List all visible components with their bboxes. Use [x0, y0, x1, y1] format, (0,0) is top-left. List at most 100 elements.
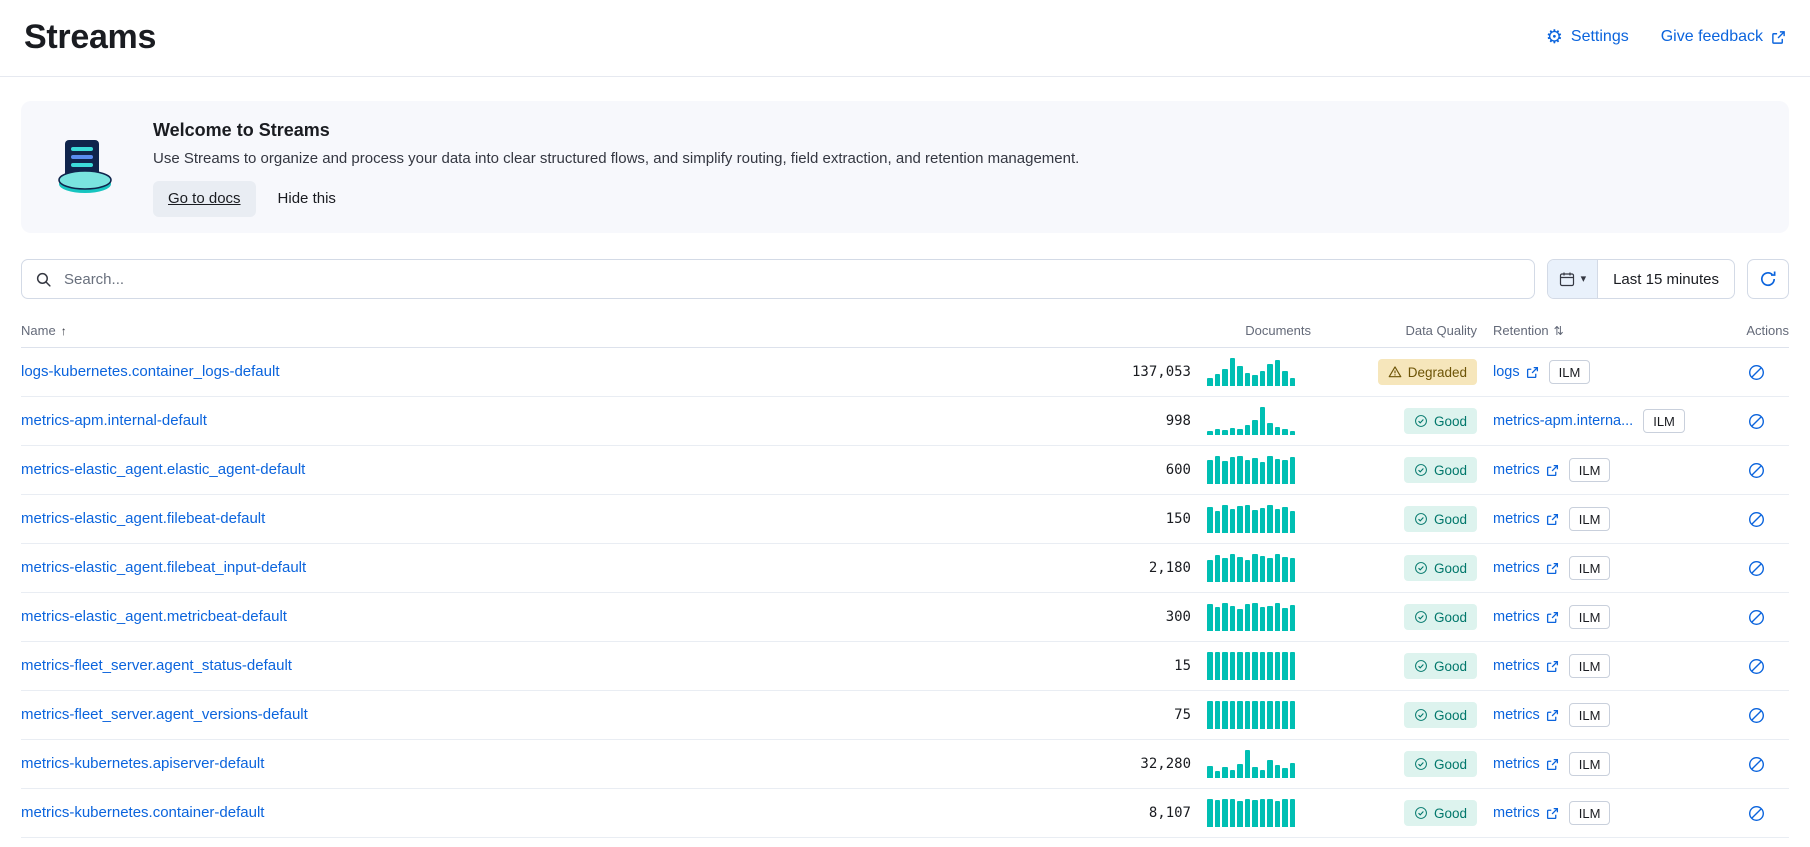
settings-link[interactable]: ⚙ Settings [1546, 28, 1629, 47]
spark-bar [1207, 560, 1213, 582]
retention-cell: metrics ILM [1493, 752, 1708, 776]
stream-name-link[interactable]: metrics-elastic_agent.elastic_agent-defa… [21, 461, 305, 478]
spark-bar [1275, 801, 1281, 827]
actions-cell [1724, 360, 1789, 385]
retention-link[interactable]: metrics [1493, 756, 1559, 772]
actions-cell [1724, 654, 1789, 679]
time-range-display[interactable]: Last 15 minutes [1598, 260, 1734, 298]
documents-count: 2,180 [941, 560, 1191, 576]
column-header-name[interactable]: Name ↑ [21, 323, 925, 338]
spark-bar [1222, 461, 1228, 484]
stream-name-cell: metrics-fleet_server.agent_versions-defa… [21, 706, 925, 724]
external-link-icon [1546, 709, 1559, 722]
retention-link[interactable]: metrics [1493, 560, 1559, 576]
retention-link-label: metrics [1493, 707, 1540, 723]
spark-bar [1275, 652, 1281, 680]
spark-bar [1230, 428, 1236, 435]
welcome-actions: Go to docs Hide this [153, 181, 1079, 217]
spark-bar [1275, 360, 1281, 386]
stream-name-link[interactable]: metrics-elastic_agent.metricbeat-default [21, 608, 287, 625]
refresh-icon [1759, 270, 1777, 288]
retention-link[interactable]: metrics [1493, 707, 1559, 723]
spark-bar [1282, 507, 1288, 533]
spark-bar [1290, 431, 1296, 435]
retention-link[interactable]: metrics [1493, 658, 1559, 674]
stream-name-link[interactable]: metrics-elastic_agent.filebeat_input-def… [21, 559, 306, 576]
stream-actions-button[interactable] [1744, 752, 1769, 777]
search-input[interactable] [62, 270, 1521, 289]
external-link-icon [1546, 807, 1559, 820]
spark-bar [1230, 799, 1236, 827]
quality-badge: Good [1404, 408, 1477, 434]
gear-icon: ⚙ [1546, 28, 1563, 47]
spark-bar [1267, 652, 1273, 680]
external-link-icon [1771, 30, 1786, 45]
retention-link[interactable]: metrics [1493, 609, 1559, 625]
spark-bar [1260, 556, 1266, 582]
stream-name-cell: metrics-elastic_agent.filebeat_input-def… [21, 559, 925, 577]
spark-bar [1290, 605, 1296, 631]
stream-actions-button[interactable] [1744, 654, 1769, 679]
documents-count: 15 [941, 658, 1191, 674]
check-icon [1414, 708, 1428, 722]
stream-name-link[interactable]: metrics-elastic_agent.filebeat-default [21, 510, 265, 527]
search-box[interactable] [21, 259, 1535, 299]
documents-sparkline [1207, 750, 1311, 778]
column-header-data-quality[interactable]: Data Quality [1327, 323, 1477, 338]
retention-link[interactable]: metrics [1493, 462, 1559, 478]
retention-link-label: metrics [1493, 462, 1540, 478]
quality-label: Good [1434, 806, 1467, 821]
ilm-badge: ILM [1569, 654, 1611, 678]
documents-sparkline [1207, 603, 1311, 631]
stream-actions-button[interactable] [1744, 360, 1769, 385]
retention-link[interactable]: logs [1493, 364, 1539, 380]
retention-cell: metrics ILM [1493, 654, 1708, 678]
stream-name-link[interactable]: metrics-apm.internal-default [21, 412, 207, 429]
spark-bar [1275, 427, 1281, 435]
stream-actions-button[interactable] [1744, 605, 1769, 630]
give-feedback-link[interactable]: Give feedback [1661, 28, 1786, 46]
stream-actions-button[interactable] [1744, 556, 1769, 581]
stream-actions-button[interactable] [1744, 703, 1769, 728]
stream-actions-button[interactable] [1744, 507, 1769, 532]
stream-actions-button[interactable] [1744, 409, 1769, 434]
quick-select-button[interactable]: ▾ [1548, 260, 1599, 298]
check-icon [1414, 512, 1428, 526]
retention-link[interactable]: metrics [1493, 511, 1559, 527]
ilm-badge: ILM [1569, 752, 1611, 776]
spark-bar [1237, 764, 1243, 778]
column-header-documents[interactable]: Documents [941, 323, 1311, 338]
stream-name-link[interactable]: metrics-kubernetes.apiserver-default [21, 755, 264, 772]
retention-link-label: metrics [1493, 658, 1540, 674]
spark-bar [1290, 558, 1296, 582]
hide-this-button[interactable]: Hide this [278, 190, 336, 207]
spark-bar [1237, 557, 1243, 582]
external-link-icon [1546, 464, 1559, 477]
stream-actions-button[interactable] [1744, 458, 1769, 483]
table-row: metrics-fleet_server.agent_status-defaul… [21, 642, 1789, 691]
go-to-docs-button[interactable]: Go to docs [153, 181, 256, 217]
spark-bar [1267, 364, 1273, 386]
retention-link-label: metrics [1493, 756, 1540, 772]
refresh-button[interactable] [1747, 259, 1789, 299]
stream-name-link[interactable]: metrics-fleet_server.agent_status-defaul… [21, 657, 292, 674]
spark-bar [1252, 420, 1258, 435]
spark-bar [1215, 607, 1221, 631]
quality-badge: Good [1404, 604, 1477, 630]
spark-bar [1252, 554, 1258, 582]
documents-sparkline [1207, 407, 1311, 435]
retention-link[interactable]: metrics-apm.interna... [1493, 413, 1633, 429]
stream-actions-button[interactable] [1744, 801, 1769, 826]
streams-table: Name ↑ Documents Data Quality Retention … [21, 323, 1789, 838]
retention-cell: metrics ILM [1493, 605, 1708, 629]
column-header-retention[interactable]: Retention ⇅ [1493, 323, 1708, 338]
table-row: metrics-elastic_agent.filebeat-default 1… [21, 495, 1789, 544]
stream-name-link[interactable]: metrics-kubernetes.container-default [21, 804, 264, 821]
retention-link[interactable]: metrics [1493, 805, 1559, 821]
external-link-icon [1546, 513, 1559, 526]
check-icon [1414, 806, 1428, 820]
stream-name-link[interactable]: metrics-fleet_server.agent_versions-defa… [21, 706, 308, 723]
table-row: metrics-kubernetes.apiserver-default 32,… [21, 740, 1789, 789]
documents-sparkline [1207, 701, 1311, 729]
stream-name-link[interactable]: logs-kubernetes.container_logs-default [21, 363, 280, 380]
